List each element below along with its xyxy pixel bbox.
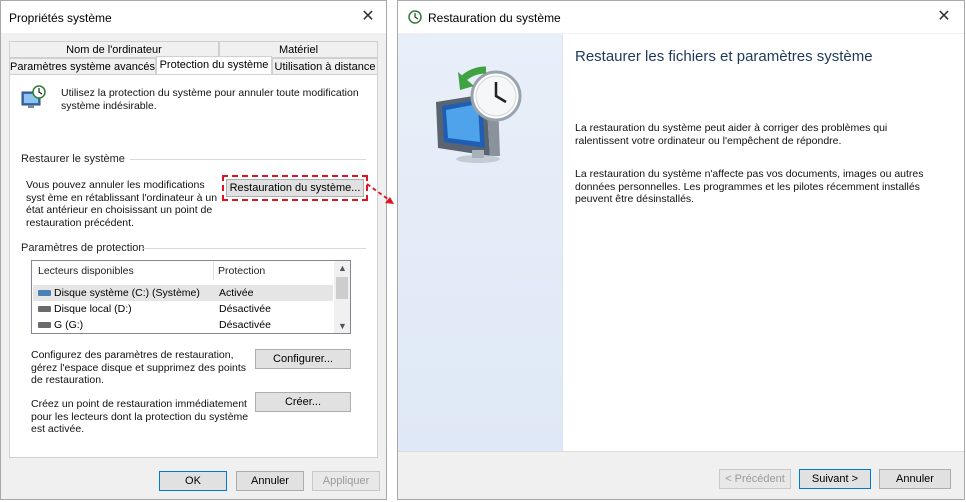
system-restore-window: Restauration du système ✕ Restaurer les …: [397, 0, 965, 500]
drive-status: Activée: [219, 287, 254, 299]
cancel-button[interactable]: Annuler: [879, 469, 951, 489]
cancel-button[interactable]: Annuler: [236, 471, 304, 491]
wizard-footer: < Précédent Suivant > Annuler: [398, 451, 964, 499]
drive-name: G (G:): [54, 319, 84, 331]
restore-description: Vous pouvez annuler les modifications sy…: [26, 179, 218, 229]
titlebar: Restauration du système ✕: [398, 1, 964, 33]
restore-info-2: La restauration du système n'affecte pas…: [575, 168, 924, 205]
create-button[interactable]: Créer...: [255, 392, 351, 412]
divider: [130, 159, 366, 160]
drive-status: Désactivée: [219, 319, 271, 331]
restore-info-1: La restauration du système peut aider à …: [575, 122, 888, 147]
window-title: Propriétés système: [9, 11, 112, 25]
ok-button[interactable]: OK: [159, 471, 227, 491]
drive-icon: [38, 290, 51, 296]
drives-listbox[interactable]: Lecteurs disponibles Protection Disque s…: [31, 260, 351, 334]
create-text: Créez un point de restauration immédiate…: [31, 398, 249, 435]
drive-icon: [38, 306, 51, 312]
col-divider: [213, 262, 214, 280]
drive-row[interactable]: Disque local (D:) Désactivée: [33, 301, 333, 317]
intro-text: Utilisez la protection du système pour a…: [61, 87, 359, 112]
drive-name: Disque local (D:): [54, 303, 132, 315]
col-header-protection[interactable]: Protection: [218, 265, 265, 277]
system-restore-clock-icon: [428, 64, 528, 164]
tab-advanced[interactable]: Paramètres système avancés: [9, 58, 156, 75]
next-button[interactable]: Suivant >: [799, 469, 871, 489]
drive-row[interactable]: G (G:) Désactivée: [33, 317, 333, 333]
tab-remote[interactable]: Utilisation à distance: [272, 58, 378, 75]
drive-icon: [38, 322, 51, 328]
system-protection-icon: [20, 85, 46, 111]
previous-button[interactable]: < Précédent: [719, 469, 791, 489]
system-properties-window: Propriétés système ✕ Nom de l'ordinateur…: [0, 0, 387, 500]
divider: [142, 248, 366, 249]
scroll-down-icon[interactable]: ▼: [338, 321, 347, 331]
drive-name: Disque système (C:) (Système): [54, 287, 200, 299]
scroll-up-icon[interactable]: ▲: [338, 263, 347, 273]
restore-section-label: Restaurer le système: [21, 153, 125, 165]
close-icon[interactable]: ✕: [930, 5, 958, 29]
drive-status: Désactivée: [219, 303, 271, 315]
drive-row[interactable]: Disque système (C:) (Système) Activée: [33, 285, 333, 301]
configure-button[interactable]: Configurer...: [255, 349, 351, 369]
arrow-icon: [366, 183, 394, 204]
page-title: Restaurer les fichiers et paramètres sys…: [575, 48, 873, 65]
protection-section-label: Paramètres de protection: [21, 242, 145, 254]
system-restore-button[interactable]: Restauration du système...: [226, 179, 364, 197]
wizard-sidebar: [398, 34, 562, 451]
col-header-drives[interactable]: Lecteurs disponibles: [38, 265, 134, 277]
scroll-thumb[interactable]: [336, 277, 348, 299]
wizard-content: Restaurer les fichiers et paramètres sys…: [562, 34, 964, 451]
close-icon[interactable]: ✕: [354, 5, 382, 29]
listbox-scrollbar[interactable]: ▲ ▼: [334, 261, 350, 333]
system-restore-title-icon: [408, 10, 422, 24]
tab-system-protection[interactable]: Protection du système: [156, 56, 272, 75]
apply-button[interactable]: Appliquer: [312, 471, 380, 491]
configure-text: Configurez des paramètres de restauratio…: [31, 349, 247, 386]
titlebar: Propriétés système ✕: [1, 1, 386, 33]
window-title: Restauration du système: [428, 11, 561, 25]
